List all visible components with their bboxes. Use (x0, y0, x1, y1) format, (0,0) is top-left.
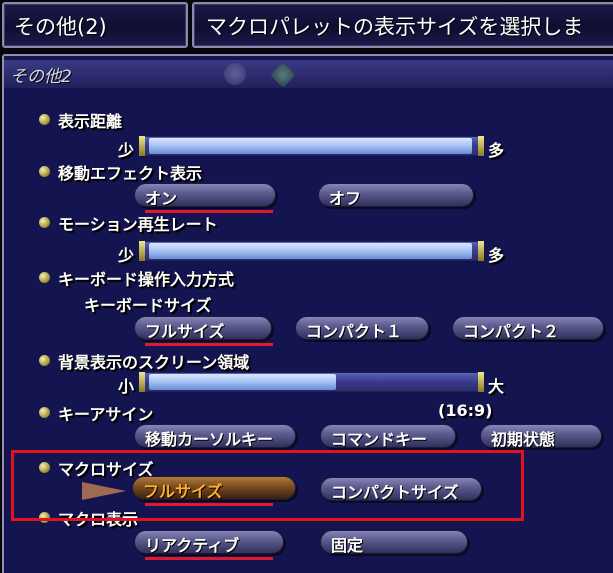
macro-display-reactive-label: リアクティブ (145, 536, 240, 555)
keyboard-compact1-label: コンパクト１ (306, 322, 403, 341)
view-distance-handle[interactable] (478, 136, 484, 156)
view-distance-min-label: 少 (118, 141, 135, 160)
view-distance-max-label: 多 (488, 141, 505, 160)
keyboard-fullsize-button[interactable]: フルサイズ (134, 316, 272, 341)
keyboard-compact1-button[interactable]: コンパクト１ (295, 316, 429, 341)
macro-display-reactive-button[interactable]: リアクティブ (134, 530, 284, 555)
key-assign-command-label: コマンドキー (331, 430, 428, 449)
window-title-bar: その他(2) (2, 2, 188, 48)
bullet-icon (39, 355, 50, 366)
keyboard-size-label: キーボードサイズ (84, 296, 212, 315)
selected-underline (145, 557, 273, 560)
screen-area-handle[interactable] (478, 372, 484, 392)
slider-left-cap (139, 372, 145, 392)
motion-rate-slider[interactable] (139, 241, 482, 261)
screen-area-label: 背景表示のスクリーン領域 (58, 353, 250, 372)
section-header (4, 60, 613, 88)
move-effect-on-label: オン (145, 189, 178, 208)
screen-area-max-label: 大 (488, 377, 505, 396)
aspect-ratio-text: (16:9) (438, 401, 493, 420)
key-assign-label: キーアサイン (58, 405, 154, 424)
window-title: その他(2) (14, 15, 107, 39)
move-effect-on-button[interactable]: オン (134, 183, 276, 208)
bullet-icon (39, 114, 50, 125)
help-text-bar: マクロパレットの表示サイズを選択しま (192, 2, 613, 48)
move-effect-off-label: オフ (329, 189, 362, 208)
screen-area-fill (149, 374, 337, 390)
motion-rate-label: モーション再生レート (58, 215, 218, 234)
keyboard-input-label: キーボード操作入力方式 (58, 270, 235, 289)
help-text: マクロパレットの表示サイズを選択しま (206, 15, 584, 39)
bullet-icon (39, 272, 50, 283)
bullet-icon (39, 407, 50, 418)
keyboard-compact2-button[interactable]: コンパクト２ (452, 316, 604, 341)
keyboard-fullsize-label: フルサイズ (145, 322, 225, 341)
motion-rate-handle[interactable] (478, 241, 484, 261)
bullet-icon (39, 217, 50, 228)
settings-window: その他(2) マクロパレットの表示サイズを選択しま その他2 表示距離 少 多 … (0, 0, 613, 573)
view-distance-label: 表示距離 (58, 112, 123, 131)
view-distance-fill (149, 138, 472, 154)
move-effect-label: 移動エフェクト表示 (58, 164, 203, 183)
motion-rate-fill (149, 243, 472, 259)
move-effect-off-button[interactable]: オフ (318, 183, 474, 208)
macro-display-fixed-button[interactable]: 固定 (320, 530, 468, 555)
key-assign-move-cursor-button[interactable]: 移動カーソルキー (134, 424, 296, 449)
slider-left-cap (139, 241, 145, 261)
macro-display-fixed-label: 固定 (331, 536, 364, 555)
bullet-icon (39, 166, 50, 177)
slider-left-cap (139, 136, 145, 156)
highlight-box (11, 450, 524, 521)
screen-area-slider[interactable] (139, 372, 482, 392)
key-assign-command-button[interactable]: コマンドキー (320, 424, 456, 449)
selected-underline (145, 343, 273, 346)
view-distance-slider[interactable] (139, 136, 482, 156)
key-assign-move-cursor-label: 移動カーソルキー (145, 430, 274, 449)
key-assign-reset-label: 初期状態 (491, 430, 556, 449)
screen-area-min-label: 小 (118, 377, 135, 396)
motion-rate-max-label: 多 (488, 246, 505, 265)
motion-rate-min-label: 少 (118, 246, 135, 265)
orb-icon (224, 63, 246, 85)
section-title: その他2 (10, 67, 72, 87)
keyboard-compact2-label: コンパクト２ (463, 322, 560, 341)
key-assign-reset-button[interactable]: 初期状態 (480, 424, 602, 449)
